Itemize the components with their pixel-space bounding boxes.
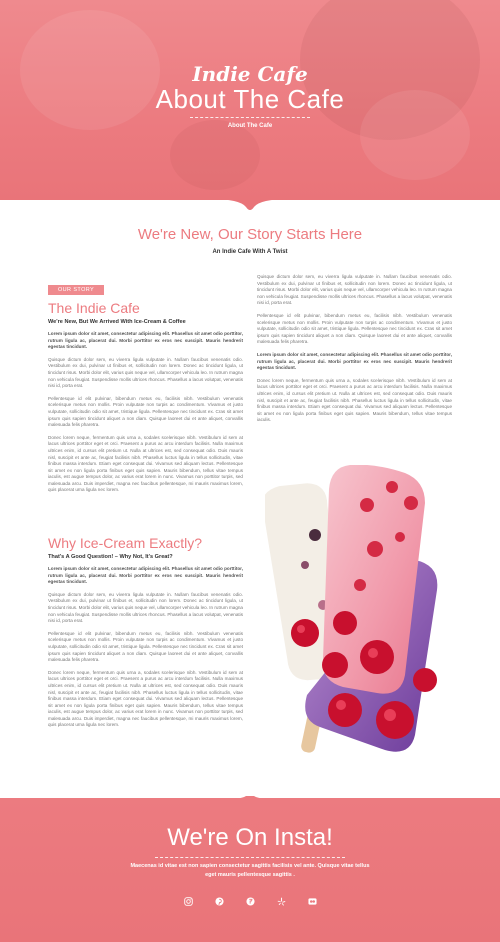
foursquare-icon[interactable] [245,896,255,906]
pinterest-icon[interactable] [214,896,224,906]
instagram-icon[interactable] [183,896,193,906]
story-paragraph: Lorem ipsum dolor sit amet, consectetur … [257,351,452,371]
insta-divider [155,857,345,858]
social-links [0,896,500,906]
footer-notch [210,796,290,810]
brand-logo[interactable]: Indie Cafe [0,62,500,86]
section-title: We're New, Our Story Starts Here [137,226,363,243]
story-paragraph: Donec lorem neque, fermentum quis urna a… [257,377,452,423]
yelp-icon[interactable] [276,896,286,906]
story-left-column: OUR STORY The Indie Cafe We're New, But … [48,278,243,494]
story-heading: The Indie Cafe [48,300,140,316]
why-paragraph: Lorem ipsum dolor sit amet, consectetur … [48,566,243,585]
why-heading: Why Ice-Cream Exactly? [48,535,203,551]
page-title: About The Cafe [155,84,345,114]
why-subheading: That's A Good Question! – Why Not, It's … [48,554,173,560]
story-paragraph: Pellentesque id elit pulvinar, bibendum … [257,312,452,345]
title-divider [190,117,310,118]
breadcrumb[interactable]: About The Cafe [0,123,500,129]
story-paragraph: Quisque dictum dolor sem, eu viverra lig… [48,356,243,389]
insta-text: Maecenas id vitae est non sapien consect… [130,863,370,878]
story-tag: OUR STORY [48,285,105,295]
story-paragraph: Pellentesque id elit pulvinar, bibendum … [48,395,243,428]
why-paragraph: Donec lorem neque, fermentum quis urna a… [48,669,243,728]
flickr-icon[interactable] [307,896,317,906]
story-right-column: Quisque dictum dolor sem, eu viverra lig… [257,274,452,424]
insta-title: We're On Insta! [167,824,333,851]
why-paragraph: Quisque dictum dolor sem, eu viverra lig… [48,591,243,624]
why-section: Why Ice-Cream Exactly? That's A Good Que… [48,535,243,729]
story-paragraph: Donec lorem neque, fermentum quis urna a… [48,434,243,493]
hero-notch [210,199,290,210]
story-subheading: We're New, But We Arrived With Ice-Cream… [48,319,186,325]
story-paragraph: Lorem ipsum dolor sit amet, consectetur … [48,331,243,350]
story-paragraph: Quisque dictum dolor sem, eu viverra lig… [257,274,452,306]
why-paragraph: Pellentesque id elit pulvinar, bibendum … [48,630,243,663]
section-subtitle: An Indie Cafe With A Twist [212,249,288,255]
popsicles-image [265,465,438,753]
